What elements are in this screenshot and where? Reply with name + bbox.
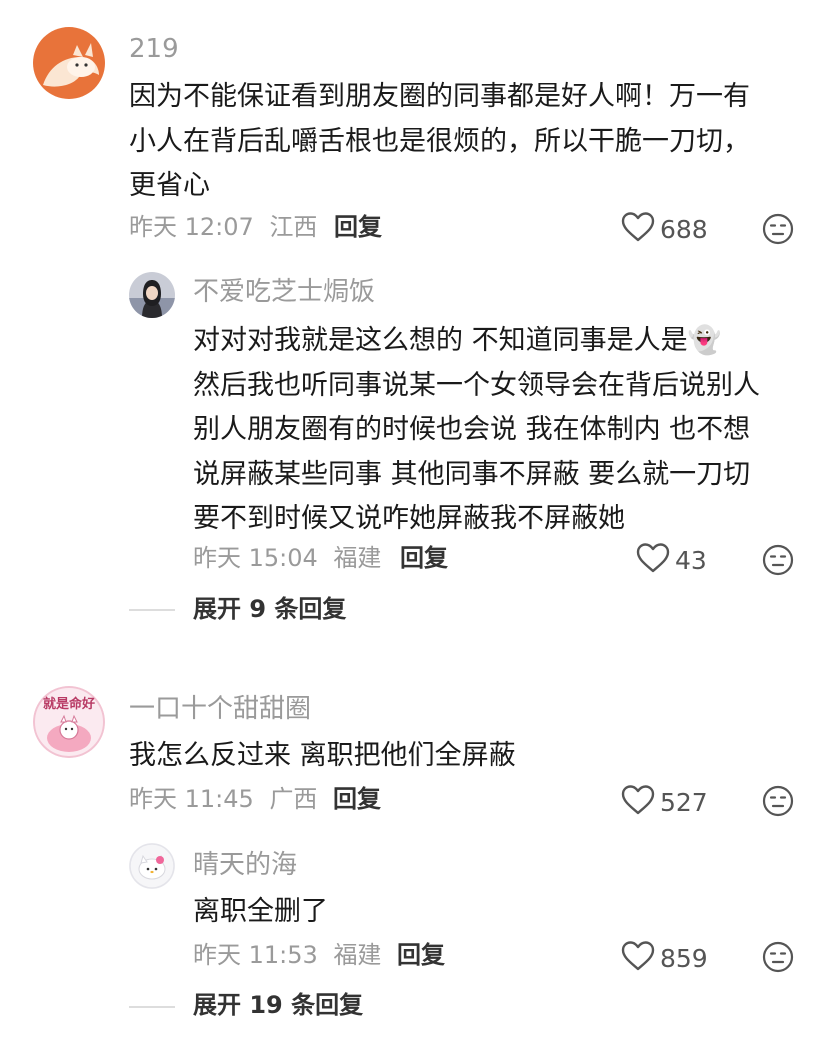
divider [129, 1006, 175, 1008]
avatar-text: 就是命好 [43, 696, 95, 712]
reply-button[interactable]: 回复 [333, 787, 381, 811]
heart-outline-icon [620, 784, 656, 820]
comment-text: 因为不能保证看到朋友圈的同事都是好人啊！万一有 小人在背后乱嚼舌根也是很烦的，所… [129, 81, 750, 201]
reply-button[interactable]: 回复 [334, 215, 382, 239]
reply-button[interactable]: 回复 [397, 943, 445, 967]
timestamp: 昨天 12:07 [129, 213, 254, 241]
comment-meta: 昨天 11:53 福建 [193, 943, 403, 967]
avatar[interactable] [33, 27, 105, 99]
location: 广西 [269, 785, 318, 813]
comment-text: 我怎么反过来 离职把他们全屏蔽 [129, 740, 516, 771]
username[interactable]: 一口十个甜甜圈 [129, 696, 311, 722]
username[interactable]: 晴天的海 [193, 852, 297, 878]
like-button[interactable]: 688 [620, 211, 708, 247]
like-count: 43 [675, 545, 707, 575]
avatar[interactable]: 就是命好 [33, 686, 105, 758]
like-button[interactable]: 43 [635, 542, 707, 578]
comment-text: 离职全删了 [193, 896, 328, 927]
comment-text: 对对对我就是这么想的 不知道同事是人是👻 然后我也听同事说某一个女领导会在背后说… [193, 325, 760, 534]
comment-meta: 昨天 12:07 江西 [129, 215, 339, 239]
like-button[interactable]: 527 [620, 784, 708, 820]
timestamp: 昨天 11:53 [193, 941, 318, 969]
location: 福建 [333, 544, 382, 572]
divider [129, 609, 175, 611]
expand-replies-button[interactable]: 展开 19 条回复 [193, 993, 363, 1017]
username[interactable]: 不爱吃芝士焗饭 [193, 279, 375, 305]
username[interactable]: 219 [129, 36, 179, 62]
meh-face-icon[interactable] [762, 941, 794, 977]
avatar[interactable] [129, 272, 175, 318]
like-count: 688 [660, 214, 708, 244]
comment-meta: 昨天 11:45 广西 [129, 787, 339, 811]
meh-face-icon[interactable] [762, 213, 794, 249]
timestamp: 昨天 11:45 [129, 785, 254, 813]
like-count: 527 [660, 787, 708, 817]
location: 福建 [333, 941, 382, 969]
avatar[interactable] [129, 843, 175, 889]
heart-outline-icon [620, 940, 656, 976]
location: 江西 [269, 213, 318, 241]
heart-outline-icon [635, 542, 671, 578]
like-count: 859 [660, 943, 708, 973]
expand-replies-button[interactable]: 展开 9 条回复 [193, 597, 346, 621]
reply-button[interactable]: 回复 [400, 546, 448, 570]
comment-meta: 昨天 15:04 福建 [193, 546, 403, 570]
timestamp: 昨天 15:04 [193, 544, 318, 572]
meh-face-icon[interactable] [762, 544, 794, 580]
meh-face-icon[interactable] [762, 785, 794, 821]
heart-outline-icon [620, 211, 656, 247]
like-button[interactable]: 859 [620, 940, 708, 976]
